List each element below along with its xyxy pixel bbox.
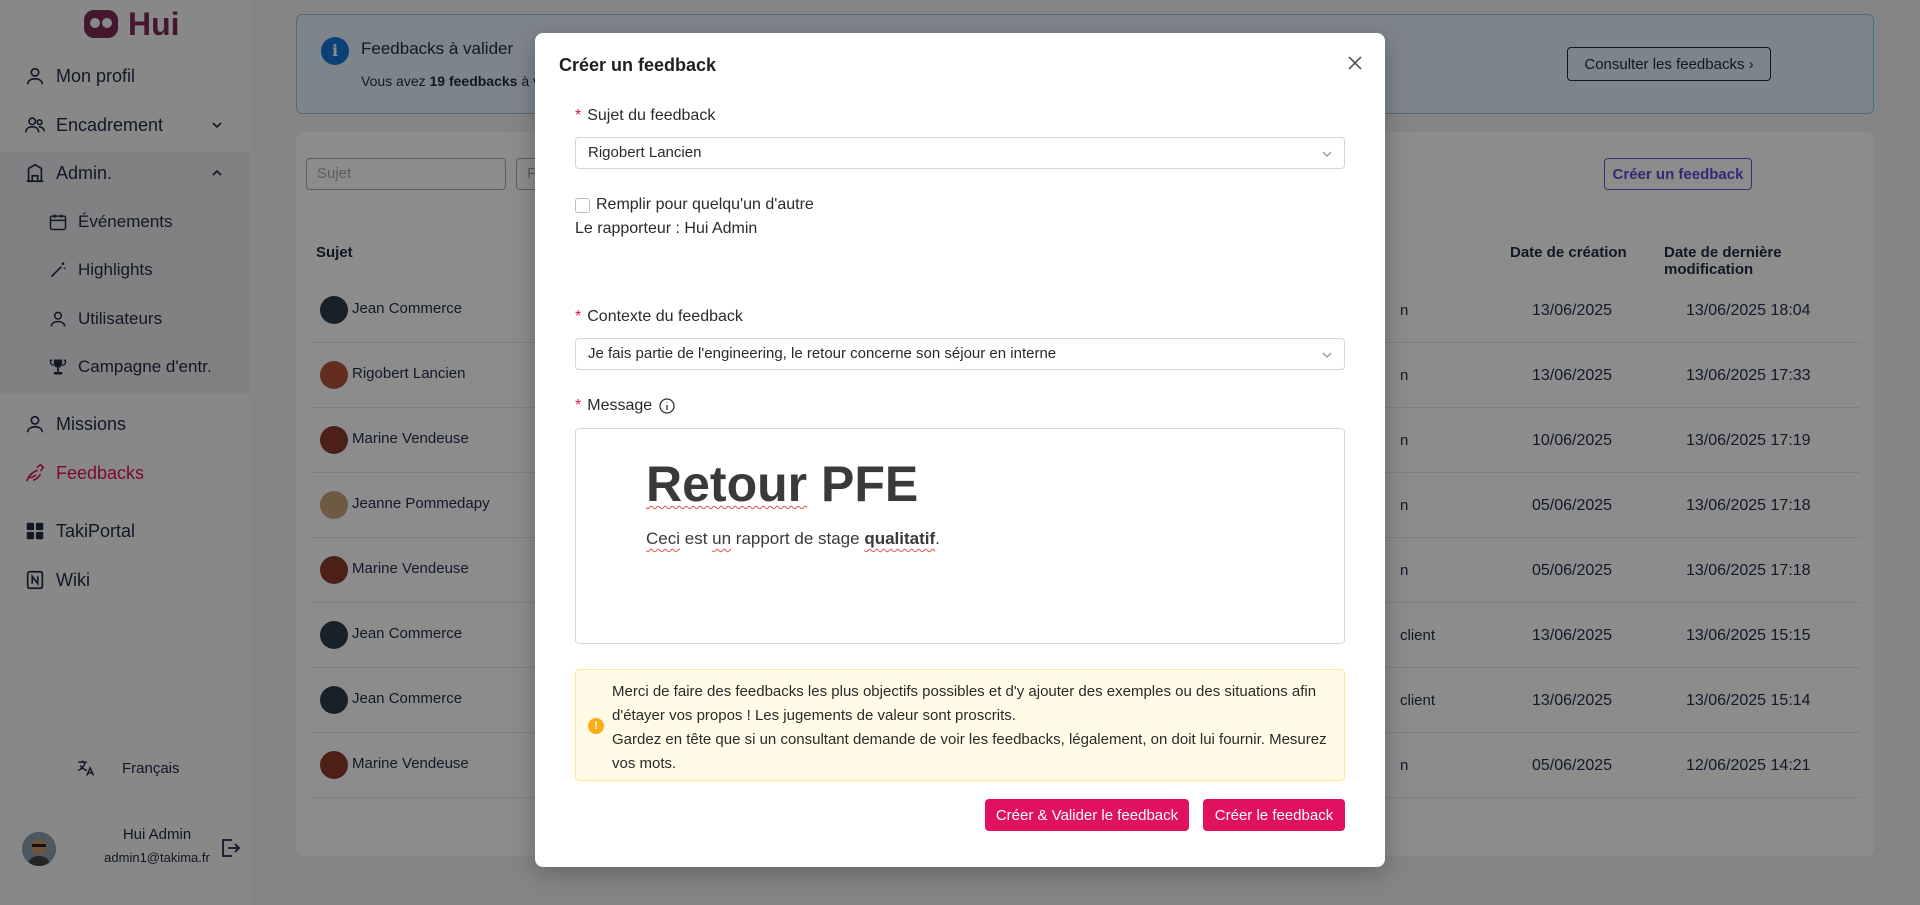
reporter-text: Le rapporteur : Hui Admin xyxy=(575,220,758,237)
editor-heading-word: PFE xyxy=(807,456,919,512)
warning-text: Merci de faire des feedbacks les plus ob… xyxy=(612,680,1332,776)
context-label: * Contexte du feedback xyxy=(575,308,743,325)
subject-label-text: Sujet du feedback xyxy=(587,107,716,124)
editor-word: rapport de stage xyxy=(731,529,865,548)
context-select-value: Je fais partie de l'engineering, le reto… xyxy=(588,345,1057,362)
editor-heading: Retour PFE xyxy=(646,455,918,513)
editor-bold-word: qualitatif xyxy=(864,529,936,548)
subject-select[interactable]: Rigobert Lancien xyxy=(575,137,1345,169)
close-icon[interactable] xyxy=(1345,53,1365,73)
message-editor[interactable]: Retour PFE Ceci est un rapport de stage … xyxy=(575,428,1345,644)
create-feedback-modal: Créer un feedback * Sujet du feedback Rig… xyxy=(535,33,1385,867)
context-select[interactable]: Je fais partie de l'engineering, le reto… xyxy=(575,338,1345,370)
info-circle-icon[interactable] xyxy=(658,397,676,415)
warning-line: Gardez en tête que si un consultant dema… xyxy=(612,731,1327,772)
editor-paragraph: Ceci est un rapport de stage qualitatif. xyxy=(646,529,940,549)
editor-heading-word: Retour xyxy=(646,456,808,512)
editor-word: . xyxy=(935,529,940,548)
subject-select-value: Rigobert Lancien xyxy=(588,144,702,161)
message-label: * Message xyxy=(575,397,676,415)
fill-for-other-checkbox-row[interactable]: Remplir pour quelqu'un d'autre xyxy=(575,196,814,214)
warning-line: Merci de faire des feedbacks les plus ob… xyxy=(612,683,1317,724)
warning-alert: ! Merci de faire des feedbacks les plus … xyxy=(575,669,1345,781)
checkbox-label: Remplir pour quelqu'un d'autre xyxy=(596,196,814,213)
editor-word: un xyxy=(712,529,732,548)
subject-label: * Sujet du feedback xyxy=(575,107,716,124)
warning-icon: ! xyxy=(588,718,604,734)
editor-word: Ceci xyxy=(646,529,681,548)
create-validate-button[interactable]: Créer & Valider le feedback xyxy=(985,799,1189,831)
modal-title: Créer un feedback xyxy=(559,55,717,75)
create-button[interactable]: Créer le feedback xyxy=(1203,799,1345,831)
fill-for-other-checkbox[interactable] xyxy=(575,197,590,213)
context-label-text: Contexte du feedback xyxy=(587,308,743,325)
chevron-down-icon xyxy=(1322,151,1332,157)
message-label-text: Message xyxy=(587,397,653,414)
editor-word: est xyxy=(680,529,713,548)
chevron-down-icon xyxy=(1322,352,1332,358)
